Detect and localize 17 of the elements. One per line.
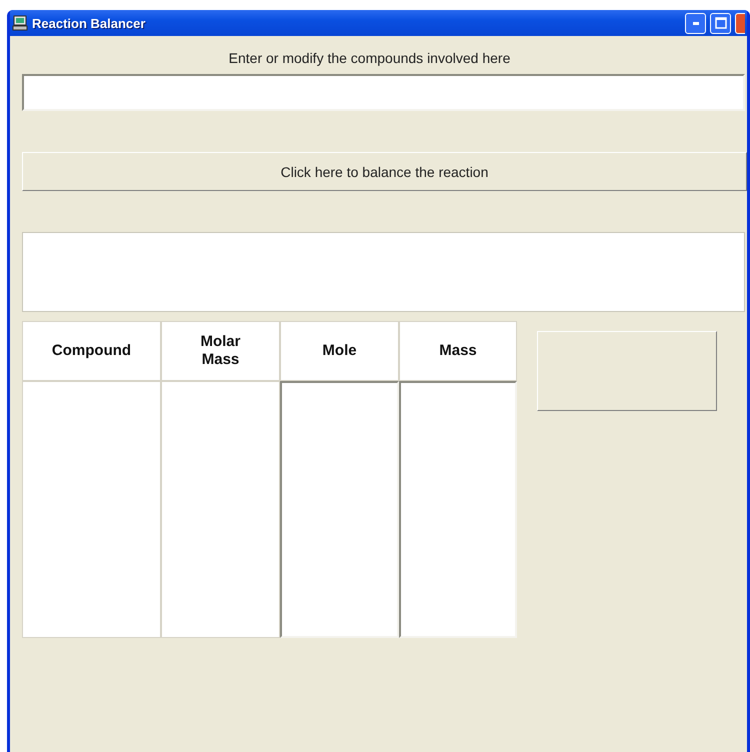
maximize-button[interactable]: [710, 12, 731, 34]
column-header: Compound: [22, 321, 161, 381]
column-input-field[interactable]: [399, 381, 517, 638]
column-input-field[interactable]: [280, 381, 399, 638]
balance-button[interactable]: Click here to balance the reaction: [22, 152, 747, 191]
compounds-prompt: Enter or modify the compounds involved here: [228, 50, 510, 66]
window-title: Reaction Balancer: [32, 16, 146, 30]
close-button[interactable]: [735, 12, 745, 34]
compounds-input-field[interactable]: [22, 74, 745, 111]
minimize-icon: [692, 22, 698, 24]
result-field[interactable]: [22, 232, 745, 312]
minimize-button[interactable]: [685, 12, 706, 34]
maximize-icon: [714, 17, 726, 29]
computer-icon: [12, 15, 28, 31]
column-header: Mass: [399, 321, 517, 381]
column-header: Molar Mass: [161, 321, 280, 381]
column-header: Mole: [280, 321, 399, 381]
